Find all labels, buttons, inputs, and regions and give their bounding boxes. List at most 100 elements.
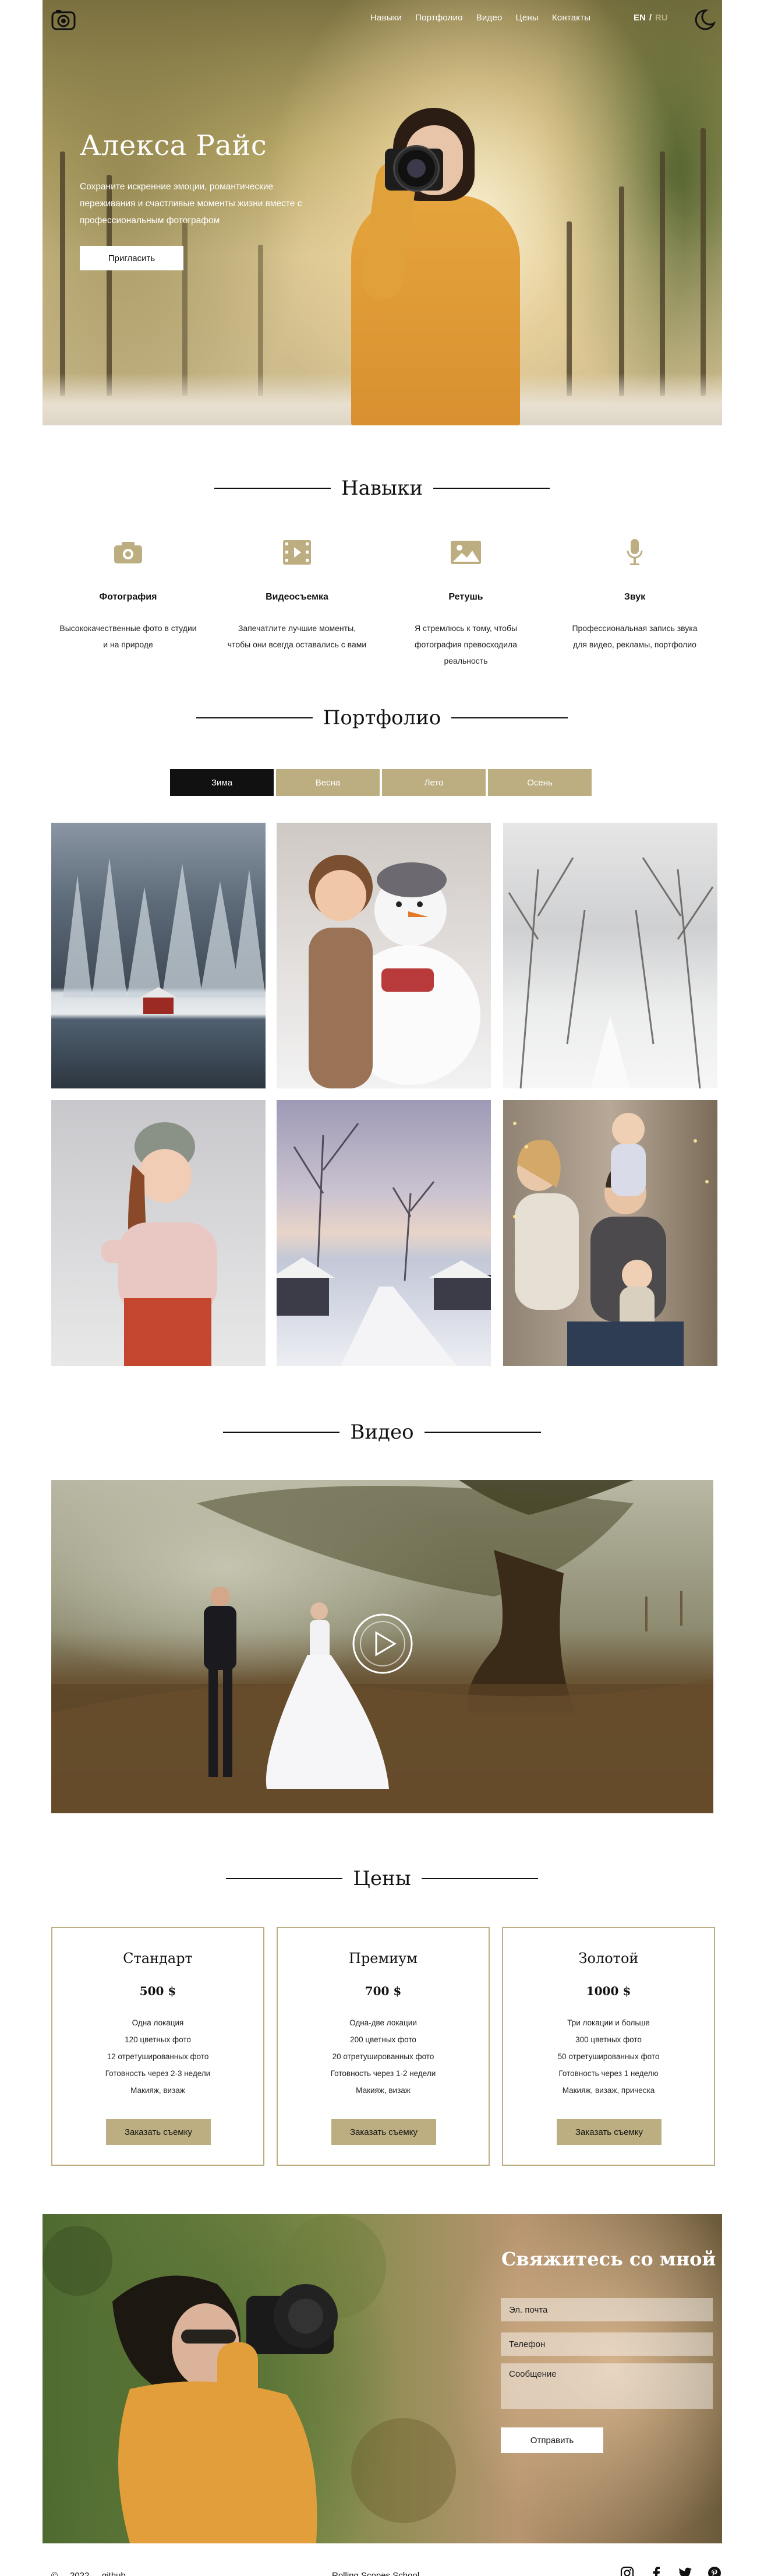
contacts-section: Свяжитесь со мной Отправить bbox=[43, 2214, 722, 2543]
plan-feature: 300 цветных фото bbox=[575, 2035, 642, 2044]
title-line bbox=[451, 717, 568, 718]
invite-button[interactable]: Пригласить bbox=[80, 246, 183, 270]
tree-trunk bbox=[619, 186, 624, 396]
pinterest-icon[interactable] bbox=[708, 2566, 721, 2576]
hero-section: Алекса Райс Сохраните искренние эмоции, … bbox=[43, 0, 722, 425]
tab-winter[interactable]: Зима bbox=[170, 769, 274, 796]
plan-feature: 200 цветных фото bbox=[350, 2035, 416, 2044]
nav-video[interactable]: Видео bbox=[476, 13, 503, 23]
title-line bbox=[421, 1878, 538, 1879]
plan-features: Одна локация 120 цветных фото 12 отретуш… bbox=[52, 2014, 263, 2099]
skill-title: Видеосъемка bbox=[266, 592, 328, 602]
send-button[interactable]: Отправить bbox=[501, 2427, 603, 2453]
plan-price: 700 $ bbox=[365, 1984, 402, 1998]
github-link[interactable]: github bbox=[102, 2571, 126, 2576]
plan-feature: Макияж, визаж bbox=[356, 2086, 411, 2095]
price-card-standard: Стандарт 500 $ Одна локация 120 цветных … bbox=[51, 1927, 264, 2166]
video-player[interactable] bbox=[51, 1480, 713, 1813]
main-nav: Навыки Портфолио Видео Цены Контакты bbox=[370, 13, 604, 23]
facebook-icon[interactable] bbox=[649, 2566, 663, 2576]
image-icon bbox=[396, 536, 536, 569]
title-line bbox=[424, 1432, 541, 1433]
portfolio-title: Портфолио bbox=[323, 706, 441, 730]
skill-photo: Фотография Высококачественные фото в сту… bbox=[58, 536, 198, 653]
nav-portfolio[interactable]: Портфолио bbox=[415, 13, 463, 23]
plan-price: 1000 $ bbox=[586, 1984, 631, 1998]
hero-title: Алекса Райс bbox=[80, 129, 267, 162]
skill-title: Звук bbox=[624, 592, 646, 602]
portfolio-photo-snow-alley[interactable] bbox=[503, 823, 717, 1088]
order-button-gold[interactable]: Заказать съемку bbox=[557, 2119, 662, 2145]
tab-autumn[interactable]: Осень bbox=[488, 769, 592, 796]
email-field[interactable] bbox=[501, 2298, 713, 2321]
prices-heading: Цены bbox=[0, 1867, 764, 1890]
order-button-standard[interactable]: Заказать съемку bbox=[106, 2119, 211, 2145]
hero-photographer-image bbox=[328, 108, 537, 425]
plan-feature: Одна-две локации bbox=[349, 2018, 417, 2027]
tree-trunk bbox=[701, 128, 706, 396]
price-card-gold: Золотой 1000 $ Три локации и больше 300 … bbox=[502, 1927, 715, 2166]
title-line bbox=[223, 1432, 340, 1433]
portfolio-photo-girl-snowman[interactable] bbox=[277, 823, 491, 1088]
lang-en[interactable]: EN bbox=[634, 13, 646, 23]
footer-year: 2022 bbox=[70, 2571, 90, 2576]
title-line bbox=[196, 717, 313, 718]
prices-title: Цены bbox=[353, 1867, 411, 1890]
plan-name: Стандарт bbox=[123, 1950, 193, 1967]
plan-features: Три локации и больше 300 цветных фото 50… bbox=[503, 2014, 714, 2099]
social-links bbox=[620, 2566, 721, 2576]
message-field[interactable] bbox=[501, 2363, 713, 2409]
lang-ru[interactable]: RU bbox=[655, 13, 668, 23]
language-switcher: EN / RU bbox=[634, 13, 668, 23]
plan-feature: Готовность через 1-2 недели bbox=[330, 2069, 436, 2078]
title-line bbox=[226, 1878, 343, 1879]
portfolio-photo-girl-snow[interactable] bbox=[51, 1100, 266, 1366]
video-icon bbox=[227, 536, 367, 569]
portfolio-photo-winter-forest[interactable] bbox=[51, 823, 266, 1088]
plan-feature: Готовность через 1 неделю bbox=[558, 2069, 659, 2078]
nav-price[interactable]: Цены bbox=[516, 13, 539, 23]
tab-spring[interactable]: Весна bbox=[276, 769, 380, 796]
skill-title: Фотография bbox=[99, 592, 157, 602]
contacts-title: Свяжитесь со мной bbox=[501, 2248, 716, 2270]
portfolio-heading: Портфолио bbox=[0, 706, 764, 730]
phone-field[interactable] bbox=[501, 2332, 713, 2356]
page: Алекса Райс Сохраните искренние эмоции, … bbox=[0, 0, 764, 2576]
portfolio-photo-village-road[interactable] bbox=[277, 1100, 491, 1366]
tree-trunk bbox=[60, 151, 65, 396]
title-line bbox=[433, 488, 550, 489]
plan-feature: Три локации и больше bbox=[567, 2018, 650, 2027]
title-line bbox=[214, 488, 331, 489]
plan-feature: 120 цветных фото bbox=[125, 2035, 191, 2044]
tab-summer[interactable]: Лето bbox=[382, 769, 486, 796]
skill-text: Запечатлите лучшие моменты, чтобы они вс… bbox=[227, 623, 367, 649]
twitter-icon[interactable] bbox=[678, 2566, 692, 2576]
nav-skills[interactable]: Навыки bbox=[370, 13, 402, 23]
theme-toggle-moon-icon[interactable] bbox=[693, 8, 716, 31]
portfolio-photo-family[interactable] bbox=[503, 1100, 717, 1366]
skill-text: Высококачественные фото в студии и на пр… bbox=[59, 623, 197, 649]
skills-title: Навыки bbox=[341, 477, 423, 500]
rss-link[interactable]: Rolling Scopes School bbox=[332, 2571, 419, 2576]
nav-contacts[interactable]: Контакты bbox=[552, 13, 590, 23]
plan-feature: Готовность через 2-3 недели bbox=[105, 2069, 211, 2078]
order-button-premium[interactable]: Заказать съемку bbox=[331, 2119, 436, 2145]
plan-feature: Одна локация bbox=[132, 2018, 184, 2027]
instagram-icon[interactable] bbox=[620, 2566, 634, 2576]
skill-title: Ретушь bbox=[448, 592, 483, 602]
video-heading: Видео bbox=[0, 1421, 764, 1444]
plan-features: Одна-две локации 200 цветных фото 20 отр… bbox=[278, 2014, 489, 2099]
play-icon[interactable] bbox=[351, 1612, 415, 1676]
price-card-premium: Премиум 700 $ Одна-две локации 200 цветн… bbox=[277, 1927, 490, 2166]
plan-feature: Макияж, визаж, прическа bbox=[562, 2086, 655, 2095]
skill-retouch: Ретушь Я стремлюсь к тому, чтобы фотогра… bbox=[396, 536, 536, 669]
logo-camera-icon[interactable] bbox=[51, 9, 76, 30]
plan-feature: 20 отретушированных фото bbox=[332, 2052, 434, 2061]
lang-separator: / bbox=[649, 13, 652, 23]
tree-trunk bbox=[567, 221, 572, 396]
skill-video: Видеосъемка Запечатлите лучшие моменты, … bbox=[227, 536, 367, 653]
portfolio-tabs: Зима Весна Лето Осень bbox=[170, 769, 592, 796]
plan-feature: 50 отретушированных фото bbox=[557, 2052, 660, 2061]
microphone-icon bbox=[565, 536, 705, 569]
plan-name: Золотой bbox=[578, 1950, 639, 1967]
